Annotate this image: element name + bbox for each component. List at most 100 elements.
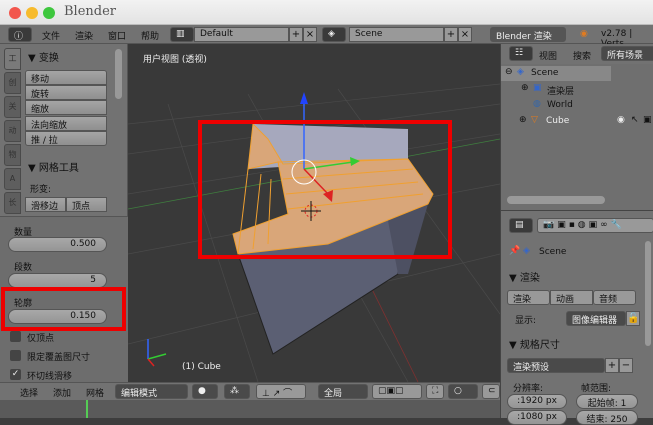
- world-icon: ◍: [533, 99, 541, 109]
- properties-context-tabs[interactable]: 📷▣▪◍▣∞🔧: [537, 218, 653, 233]
- display-mode-select[interactable]: 所有场景: [601, 46, 653, 61]
- frame-start-field[interactable]: 起始帧: 1: [576, 394, 638, 409]
- menu-file[interactable]: 文件: [42, 29, 60, 42]
- add-scene-button[interactable]: +: [444, 27, 458, 42]
- tab-animation[interactable]: 动: [4, 120, 21, 142]
- vertex-only-label: 仅顶点: [27, 334, 55, 344]
- maximize-window-button[interactable]: [43, 7, 55, 19]
- editor-type-info-icon[interactable]: ⓘ: [8, 27, 32, 42]
- active-object-label: (1) Cube: [182, 362, 221, 372]
- menu-view[interactable]: 视图: [539, 49, 557, 62]
- frame-range-label: 帧范围:: [581, 384, 612, 394]
- tab-other[interactable]: 长: [4, 192, 21, 214]
- minimize-window-button[interactable]: [26, 7, 38, 19]
- properties-scrollbar[interactable]: [645, 241, 651, 346]
- occlude-button[interactable]: ⛶: [426, 384, 444, 399]
- render-layer-icon: ▣: [533, 83, 542, 93]
- render-camera-icon[interactable]: ▣: [643, 115, 652, 125]
- shrink-fatten-button[interactable]: 法向缩放: [25, 116, 107, 131]
- title-bar: Blender: [0, 0, 653, 25]
- clamp-overlap-label: 限定覆盖图尺寸: [27, 353, 91, 363]
- segments-label: 段数: [14, 263, 33, 273]
- outliner-header: ☷ 视图 搜索 所有场景: [501, 44, 653, 64]
- info-header: ⓘ 文件 渲染 窗口 帮助 ▥ Default + × ◈ Scene + × …: [0, 25, 653, 49]
- outliner-row-scene[interactable]: ⊖ ◈ Scene: [501, 66, 611, 81]
- outliner-scrollbar[interactable]: [507, 196, 605, 204]
- add-layout-button[interactable]: +: [289, 27, 303, 42]
- current-frame-marker[interactable]: [86, 400, 88, 418]
- rotate-button[interactable]: 旋转: [25, 85, 107, 100]
- shading-select[interactable]: ●: [192, 384, 218, 399]
- tool-shelf: 工 创 关 动 物 A 长 ▼ 变换 移动 旋转 缩放 法向缩放 推 / 拉 ▼…: [0, 44, 128, 382]
- menu-window[interactable]: 窗口: [108, 29, 126, 42]
- select-mode-buttons[interactable]: ▢▣▢: [372, 384, 422, 399]
- tab-relations[interactable]: 关: [4, 96, 21, 118]
- scene-icon: ◈: [517, 67, 524, 77]
- mode-select[interactable]: 编辑模式: [115, 384, 188, 399]
- tool-shelf-scrollbar[interactable]: [115, 49, 122, 99]
- visibility-eye-icon[interactable]: ◉: [617, 115, 625, 125]
- edge-slide-button[interactable]: 滑移边: [25, 197, 66, 212]
- timeline[interactable]: [0, 400, 500, 418]
- close-window-button[interactable]: [9, 7, 21, 19]
- render-presets-select[interactable]: 渲染预设: [507, 358, 605, 373]
- tab-create[interactable]: 创: [4, 72, 21, 94]
- mesh-tools-panel-header[interactable]: ▼ 网格工具: [28, 159, 79, 174]
- outliner-editor-icon[interactable]: ☷: [509, 46, 533, 61]
- menu-search[interactable]: 搜索: [573, 49, 591, 62]
- view-label: 用户视图 (透视): [143, 55, 207, 65]
- push-pull-button[interactable]: 推 / 拉: [25, 131, 107, 146]
- manipulator-buttons[interactable]: ⊥ ↗ ⌒: [256, 384, 306, 399]
- loop-slide-checkbox[interactable]: ✓: [10, 369, 21, 380]
- remove-layout-button[interactable]: ×: [303, 27, 317, 42]
- scale-button[interactable]: 缩放: [25, 100, 107, 115]
- render-button[interactable]: 渲染: [507, 290, 550, 305]
- z-gizmo-arrow: [300, 92, 308, 104]
- menu-help[interactable]: 帮助: [141, 29, 159, 42]
- context-path: Scene: [539, 247, 567, 257]
- blender-logo-icon: ◉: [580, 29, 588, 39]
- display-label: 显示:: [515, 316, 537, 326]
- remove-preset-button[interactable]: −: [619, 358, 633, 373]
- amount-field[interactable]: 0.500: [8, 237, 107, 252]
- tab-physics[interactable]: 物: [4, 144, 21, 166]
- pin-icon[interactable]: 📌: [509, 246, 520, 256]
- outliner-row-cube[interactable]: ⊕ ▽ Cube ◉ ↖ ▣: [519, 114, 653, 129]
- display-select[interactable]: 图像编辑器: [566, 311, 626, 326]
- render-engine-select[interactable]: Blender 渲染: [490, 27, 566, 42]
- screen-layout-icon[interactable]: ▥: [170, 27, 194, 42]
- pivot-select[interactable]: ⁂: [224, 384, 250, 399]
- lock-interface-icon[interactable]: 🔓: [626, 311, 640, 326]
- dimensions-panel-header[interactable]: ▼ 规格尺寸: [509, 336, 560, 351]
- scene-icon: ◈: [523, 246, 530, 256]
- animation-button[interactable]: 动画: [550, 290, 593, 305]
- menu-add[interactable]: 添加: [53, 386, 71, 399]
- menu-render[interactable]: 渲染: [75, 29, 93, 42]
- selectable-cursor-icon[interactable]: ↖: [631, 115, 639, 125]
- tab-tools[interactable]: 工: [4, 48, 21, 70]
- proportional-edit-select[interactable]: ○: [448, 384, 478, 399]
- menu-mesh[interactable]: 网格: [86, 386, 104, 399]
- vertex-slide-button[interactable]: 顶点: [66, 197, 107, 212]
- properties-editor-icon[interactable]: ▤: [509, 218, 533, 233]
- remove-scene-button[interactable]: ×: [458, 27, 472, 42]
- expand-icon: ⊕: [519, 115, 527, 125]
- clamp-overlap-checkbox[interactable]: [10, 350, 21, 361]
- resolution-x-field[interactable]: :1920 px: [507, 394, 567, 409]
- tool-shelf-tabs: 工 创 关 动 物 A 长: [4, 48, 21, 223]
- render-panel-header[interactable]: ▼ 渲染: [509, 269, 540, 284]
- audio-button[interactable]: 音频: [593, 290, 636, 305]
- highlight-profile-field: [1, 287, 126, 331]
- layout-select[interactable]: Default: [194, 27, 289, 42]
- menu-select[interactable]: 选择: [20, 386, 38, 399]
- transform-panel-header[interactable]: ▼ 变换: [28, 49, 59, 64]
- move-button[interactable]: 移动: [25, 70, 107, 85]
- segments-field[interactable]: 5: [8, 273, 107, 288]
- scene-icon[interactable]: ◈: [322, 27, 346, 42]
- tab-a[interactable]: A: [4, 168, 21, 190]
- scene-select[interactable]: Scene: [349, 27, 444, 42]
- vertex-only-checkbox[interactable]: [10, 331, 21, 342]
- snap-button[interactable]: ⊂: [482, 384, 500, 399]
- add-preset-button[interactable]: +: [605, 358, 619, 373]
- orientation-select[interactable]: 全局: [318, 384, 368, 399]
